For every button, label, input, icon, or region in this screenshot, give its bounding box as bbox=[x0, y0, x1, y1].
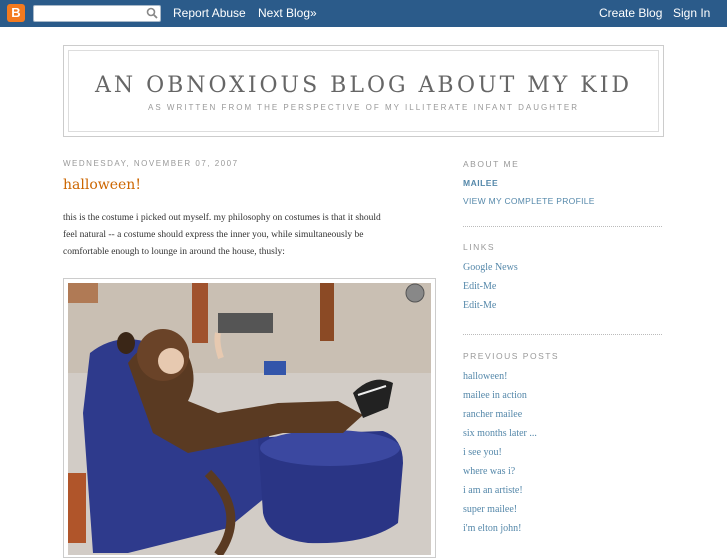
post-title[interactable]: halloween! bbox=[63, 177, 141, 193]
links-heading: LINKS bbox=[463, 242, 496, 252]
previous-post-link[interactable]: i am an artiste! bbox=[463, 485, 523, 496]
create-blog-link[interactable]: Create Blog bbox=[599, 6, 662, 20]
previous-post-link[interactable]: i see you! bbox=[463, 447, 502, 458]
previous-posts-heading: PREVIOUS POSTS bbox=[463, 351, 560, 361]
previous-post-link[interactable]: six months later ... bbox=[463, 428, 537, 439]
post-body-line: feel natural -- a costume should express… bbox=[63, 230, 364, 240]
profile-name-link[interactable]: MAILEE bbox=[463, 178, 498, 188]
report-abuse-link[interactable]: Report Abuse bbox=[173, 6, 246, 20]
next-blog-link[interactable]: Next Blog» bbox=[258, 6, 317, 20]
post-photo-frame bbox=[63, 278, 436, 558]
post-body-line: this is the costume i picked out myself.… bbox=[63, 213, 381, 223]
sign-in-link[interactable]: Sign In bbox=[673, 6, 710, 20]
blog-description: AS WRITTEN FROM THE PERSPECTIVE OF MY IL… bbox=[148, 103, 579, 112]
navbar: B Report Abuse Next Blog» Create Blog Si… bbox=[0, 0, 727, 27]
post-body-line: comfortable enough to lounge in around t… bbox=[63, 247, 285, 257]
sidebar-divider bbox=[463, 334, 662, 335]
previous-post-link[interactable]: halloween! bbox=[463, 371, 507, 382]
view-profile-link[interactable]: VIEW MY COMPLETE PROFILE bbox=[463, 196, 595, 206]
previous-post-link[interactable]: super mailee! bbox=[463, 504, 517, 515]
blogger-logo-icon[interactable]: B bbox=[7, 4, 25, 22]
sidebar-link-google-news[interactable]: Google News bbox=[463, 262, 518, 273]
blog-header: AN OBNOXIOUS BLOG ABOUT MY KID AS WRITTE… bbox=[63, 45, 664, 137]
date-header: WEDNESDAY, NOVEMBER 07, 2007 bbox=[63, 159, 239, 168]
about-me-heading: ABOUT ME bbox=[463, 159, 520, 169]
sidebar-link-edit-me[interactable]: Edit-Me bbox=[463, 281, 496, 292]
post-photo[interactable] bbox=[68, 283, 431, 555]
blog-title[interactable]: AN OBNOXIOUS BLOG ABOUT MY KID bbox=[69, 73, 658, 98]
sidebar-link-edit-me[interactable]: Edit-Me bbox=[463, 300, 496, 311]
search-icon[interactable] bbox=[146, 7, 158, 19]
previous-post-link[interactable]: mailee in action bbox=[463, 390, 527, 401]
previous-post-link[interactable]: where was i? bbox=[463, 466, 515, 477]
post-body: this is the costume i picked out myself.… bbox=[63, 210, 431, 261]
previous-post-link[interactable]: i'm elton john! bbox=[463, 523, 521, 534]
blog-header-inner: AN OBNOXIOUS BLOG ABOUT MY KID AS WRITTE… bbox=[68, 50, 659, 132]
sidebar-divider bbox=[463, 226, 662, 227]
post-photo-illustration bbox=[68, 283, 431, 555]
search-input[interactable] bbox=[33, 5, 161, 22]
previous-post-link[interactable]: rancher mailee bbox=[463, 409, 522, 420]
